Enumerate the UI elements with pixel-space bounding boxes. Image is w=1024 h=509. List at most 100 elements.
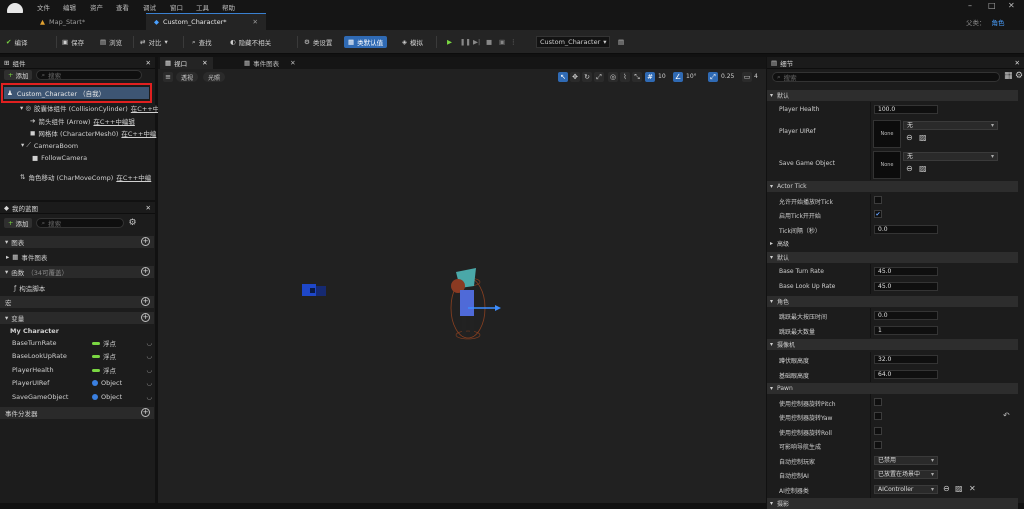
- menu-edit[interactable]: 编辑: [63, 2, 76, 12]
- auto-ai-select[interactable]: 已放置在场景中: [874, 470, 938, 479]
- menu-debug[interactable]: 调试: [143, 2, 156, 12]
- savegame-asset-select[interactable]: 无: [903, 152, 998, 161]
- variable-row[interactable]: PlayerHealth 浮点 ◡: [12, 364, 152, 376]
- ai-class-select[interactable]: AIController: [874, 485, 938, 494]
- add-graph-icon[interactable]: +: [141, 237, 150, 246]
- component-item[interactable]: ⇅ 角色移动 (CharMoveComp) 在C++中编: [20, 172, 151, 182]
- uiref-thumbnail[interactable]: None: [873, 120, 901, 148]
- parent-class-link[interactable]: 角色: [992, 17, 1005, 27]
- variable-category[interactable]: My Character: [10, 327, 59, 335]
- section-functions[interactable]: ▾ 函数 （34可覆盖） +: [0, 266, 154, 278]
- component-item[interactable]: ➔ 箭头组件 (Arrow) 在C++中编辑: [30, 116, 135, 126]
- chevron-down-icon[interactable]: ◡: [146, 352, 152, 360]
- add-macro-icon[interactable]: +: [141, 297, 150, 306]
- clear-icon[interactable]: ✕: [969, 484, 976, 493]
- tab-viewport[interactable]: ▦ 视口 ✕: [160, 57, 213, 69]
- save-button[interactable]: ▣ 保存: [62, 36, 84, 48]
- use-roll-checkbox[interactable]: [874, 427, 882, 435]
- scale-icon[interactable]: ⤢: [594, 72, 604, 82]
- close-icon[interactable]: ✕: [146, 204, 151, 212]
- maximize-icon[interactable]: □: [988, 1, 996, 10]
- viewport-menu-icon[interactable]: ≡: [163, 72, 173, 82]
- variable-row[interactable]: SaveGameObject Object ◡: [12, 391, 152, 403]
- construction-script-item[interactable]: ƒ 构造脚本: [14, 283, 45, 293]
- close-icon[interactable]: ✕: [1008, 1, 1015, 10]
- chevron-down-icon[interactable]: ◡: [146, 366, 152, 374]
- reset-icon[interactable]: ↶: [1003, 411, 1010, 420]
- grid-snap-icon[interactable]: #: [645, 72, 655, 82]
- debug-filter-icon[interactable]: ▤: [618, 36, 624, 48]
- hide-unrelated-button[interactable]: ◐ 隐藏不相关: [230, 36, 271, 48]
- section-variables[interactable]: ▾ 变量 +: [0, 312, 154, 324]
- components-search-input[interactable]: ⌕ 搜索: [36, 70, 143, 80]
- component-item[interactable]: ▾ ◎ 胶囊体组件 (CollisionCylinder) 在C++中: [20, 103, 159, 113]
- browse-folder-icon[interactable]: ▨: [919, 133, 927, 142]
- section-actor-tick[interactable]: ▾ Actor Tick: [767, 181, 1018, 192]
- diff-button[interactable]: ⇄ 对比 ▾: [140, 36, 168, 48]
- menu-help[interactable]: 帮助: [222, 2, 235, 12]
- section-character[interactable]: ▾ 角色: [767, 296, 1018, 307]
- details-search-input[interactable]: ⌕ 搜索: [772, 72, 1000, 82]
- scale-snap-icon[interactable]: ⤢: [708, 72, 718, 82]
- menu-file[interactable]: 文件: [37, 2, 50, 12]
- rotation-snap-value[interactable]: 10°: [686, 73, 697, 80]
- component-item[interactable]: ▾ ⟋ CameraBoom: [21, 141, 78, 150]
- section-pawn[interactable]: ▾ Pawn: [767, 383, 1018, 394]
- stop-button[interactable]: ■: [486, 36, 492, 48]
- section-default-2[interactable]: ▾ 默认: [767, 252, 1018, 263]
- browse-folder-icon[interactable]: ▨: [955, 484, 963, 493]
- blueprint-search-input[interactable]: ⌕ 搜索: [36, 218, 125, 228]
- section-default[interactable]: ▾ 默认: [767, 90, 1018, 101]
- tab-event-graph[interactable]: ▦ 事件图表 ✕: [244, 57, 296, 69]
- tick-enabled-checkbox[interactable]: ✔: [874, 210, 882, 218]
- base-turn-input[interactable]: 45.0: [874, 267, 938, 276]
- simulation-button[interactable]: ◈ 模拟: [402, 36, 423, 48]
- section-advanced[interactable]: ▸ 高级: [767, 238, 1018, 249]
- tick-start-checkbox[interactable]: [874, 196, 882, 204]
- camera-speed-value[interactable]: 4: [754, 73, 758, 80]
- add-blueprint-item-button[interactable]: + 添加: [4, 218, 33, 228]
- move-icon[interactable]: ✥: [570, 72, 580, 82]
- use-yaw-checkbox[interactable]: [874, 412, 882, 420]
- menu-window[interactable]: 窗口: [170, 2, 183, 12]
- add-variable-icon[interactable]: +: [141, 313, 150, 322]
- chevron-down-icon[interactable]: ◡: [146, 379, 152, 387]
- savegame-thumbnail[interactable]: None: [873, 151, 901, 179]
- base-eye-input[interactable]: 64.0: [874, 370, 938, 379]
- menu-assets[interactable]: 资产: [90, 2, 103, 12]
- auto-possess-select[interactable]: 已禁用: [874, 456, 938, 465]
- debug-object-select[interactable]: Custom_Character ▾: [536, 36, 610, 48]
- use-selected-icon[interactable]: ⊖: [943, 484, 950, 493]
- property-matrix-icon[interactable]: ▦: [1004, 71, 1013, 81]
- section-graphs[interactable]: ▾ 图表 +: [0, 236, 154, 248]
- perspective-button[interactable]: 透视: [176, 72, 199, 82]
- section-event-dispatchers[interactable]: 事件分发器 +: [0, 407, 154, 419]
- section-camera[interactable]: ▾ 摄像机: [767, 339, 1018, 350]
- eject-button[interactable]: ▣: [499, 36, 505, 48]
- step-button[interactable]: ▶|: [473, 36, 480, 48]
- tab-custom-character[interactable]: ◆ Custom_Character* ✕: [146, 13, 266, 30]
- use-selected-icon[interactable]: ⊖: [906, 164, 913, 173]
- minimize-icon[interactable]: –: [968, 1, 972, 10]
- variable-row[interactable]: BaseTurnRate 浮点 ◡: [12, 337, 152, 349]
- find-button[interactable]: ⌕ 查找: [192, 36, 212, 48]
- base-lookup-input[interactable]: 45.0: [874, 282, 938, 291]
- chevron-down-icon[interactable]: ◡: [146, 393, 152, 401]
- add-component-button[interactable]: + 添加: [4, 70, 33, 80]
- use-pitch-checkbox[interactable]: [874, 398, 882, 406]
- section-macros[interactable]: 宏 +: [0, 296, 154, 308]
- browse-folder-icon[interactable]: ▨: [919, 164, 927, 173]
- close-icon[interactable]: ✕: [202, 59, 207, 67]
- class-settings-button[interactable]: ⚙ 类设置: [304, 36, 332, 48]
- class-defaults-button[interactable]: ▦ 类默认值: [344, 36, 388, 48]
- jump-hold-input[interactable]: 0.0: [874, 311, 938, 320]
- close-icon[interactable]: ✕: [1015, 59, 1020, 67]
- tick-interval-input[interactable]: 0.0: [874, 225, 938, 234]
- maximize-viewport-icon[interactable]: ⤡: [632, 72, 642, 82]
- grid-snap-value[interactable]: 10: [658, 73, 666, 80]
- tab-map-start[interactable]: ▲ Map_Start*: [32, 13, 142, 30]
- rotation-snap-icon[interactable]: ∠: [673, 72, 683, 82]
- menu-view[interactable]: 查看: [116, 2, 129, 12]
- play-button[interactable]: ▶: [447, 36, 452, 48]
- select-icon[interactable]: ↖: [558, 72, 568, 82]
